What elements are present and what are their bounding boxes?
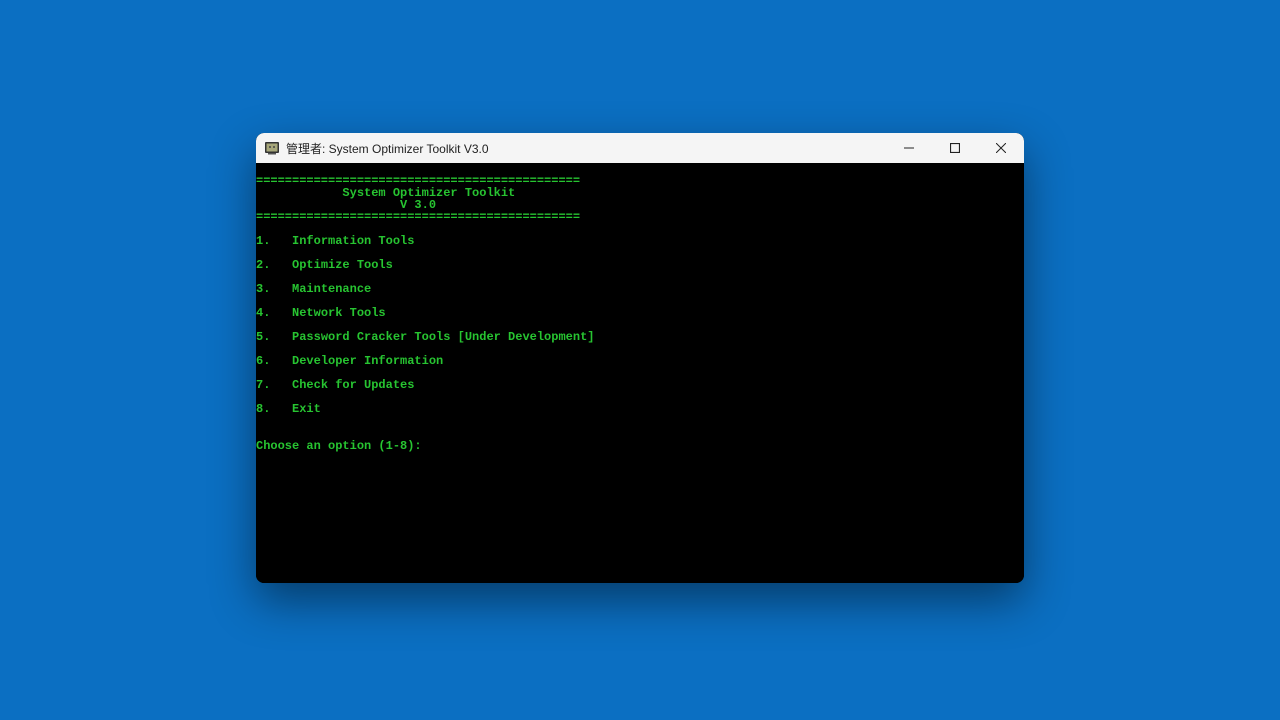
banner-divider-bottom: ========================================… [256,210,580,224]
menu-separator: . [263,258,292,272]
menu-separator: . [263,378,292,392]
prompt-text: Choose an option (1-8): [256,439,422,453]
menu-separator: . [263,354,292,368]
menu-label: Information Tools [292,234,414,248]
menu-item: 1. Information Tools [256,235,1024,247]
menu-label: Maintenance [292,282,371,296]
menu-item: 3. Maintenance [256,283,1024,295]
app-icon [264,140,280,156]
menu-item: 2. Optimize Tools [256,259,1024,271]
terminal-area[interactable]: ========================================… [256,163,1024,583]
cmd-window: 管理者: System Optimizer Toolkit V3.0 =====… [256,133,1024,583]
close-button[interactable] [978,133,1024,163]
menu-separator: . [263,330,292,344]
menu-item: 8. Exit [256,403,1024,415]
titlebar[interactable]: 管理者: System Optimizer Toolkit V3.0 [256,133,1024,163]
menu-label: Check for Updates [292,378,414,392]
menu-item: 7. Check for Updates [256,379,1024,391]
menu-label: Developer Information [292,354,443,368]
menu-label: Exit [292,402,321,416]
menu-separator: . [263,402,292,416]
option-input[interactable] [422,439,462,453]
menu-separator: . [263,282,292,296]
menu-item: 6. Developer Information [256,355,1024,367]
minimize-button[interactable] [886,133,932,163]
maximize-button[interactable] [932,133,978,163]
menu-separator: . [263,306,292,320]
blank-line [256,426,263,440]
window-title: 管理者: System Optimizer Toolkit V3.0 [286,140,886,157]
menu-item: 5. Password Cracker Tools [Under Develop… [256,331,1024,343]
window-controls [886,133,1024,163]
menu-separator: . [263,234,292,248]
menu-label: Network Tools [292,306,386,320]
menu-item: 4. Network Tools [256,307,1024,319]
menu-label: Optimize Tools [292,258,393,272]
menu-label: Password Cracker Tools [Under Developmen… [292,330,594,344]
